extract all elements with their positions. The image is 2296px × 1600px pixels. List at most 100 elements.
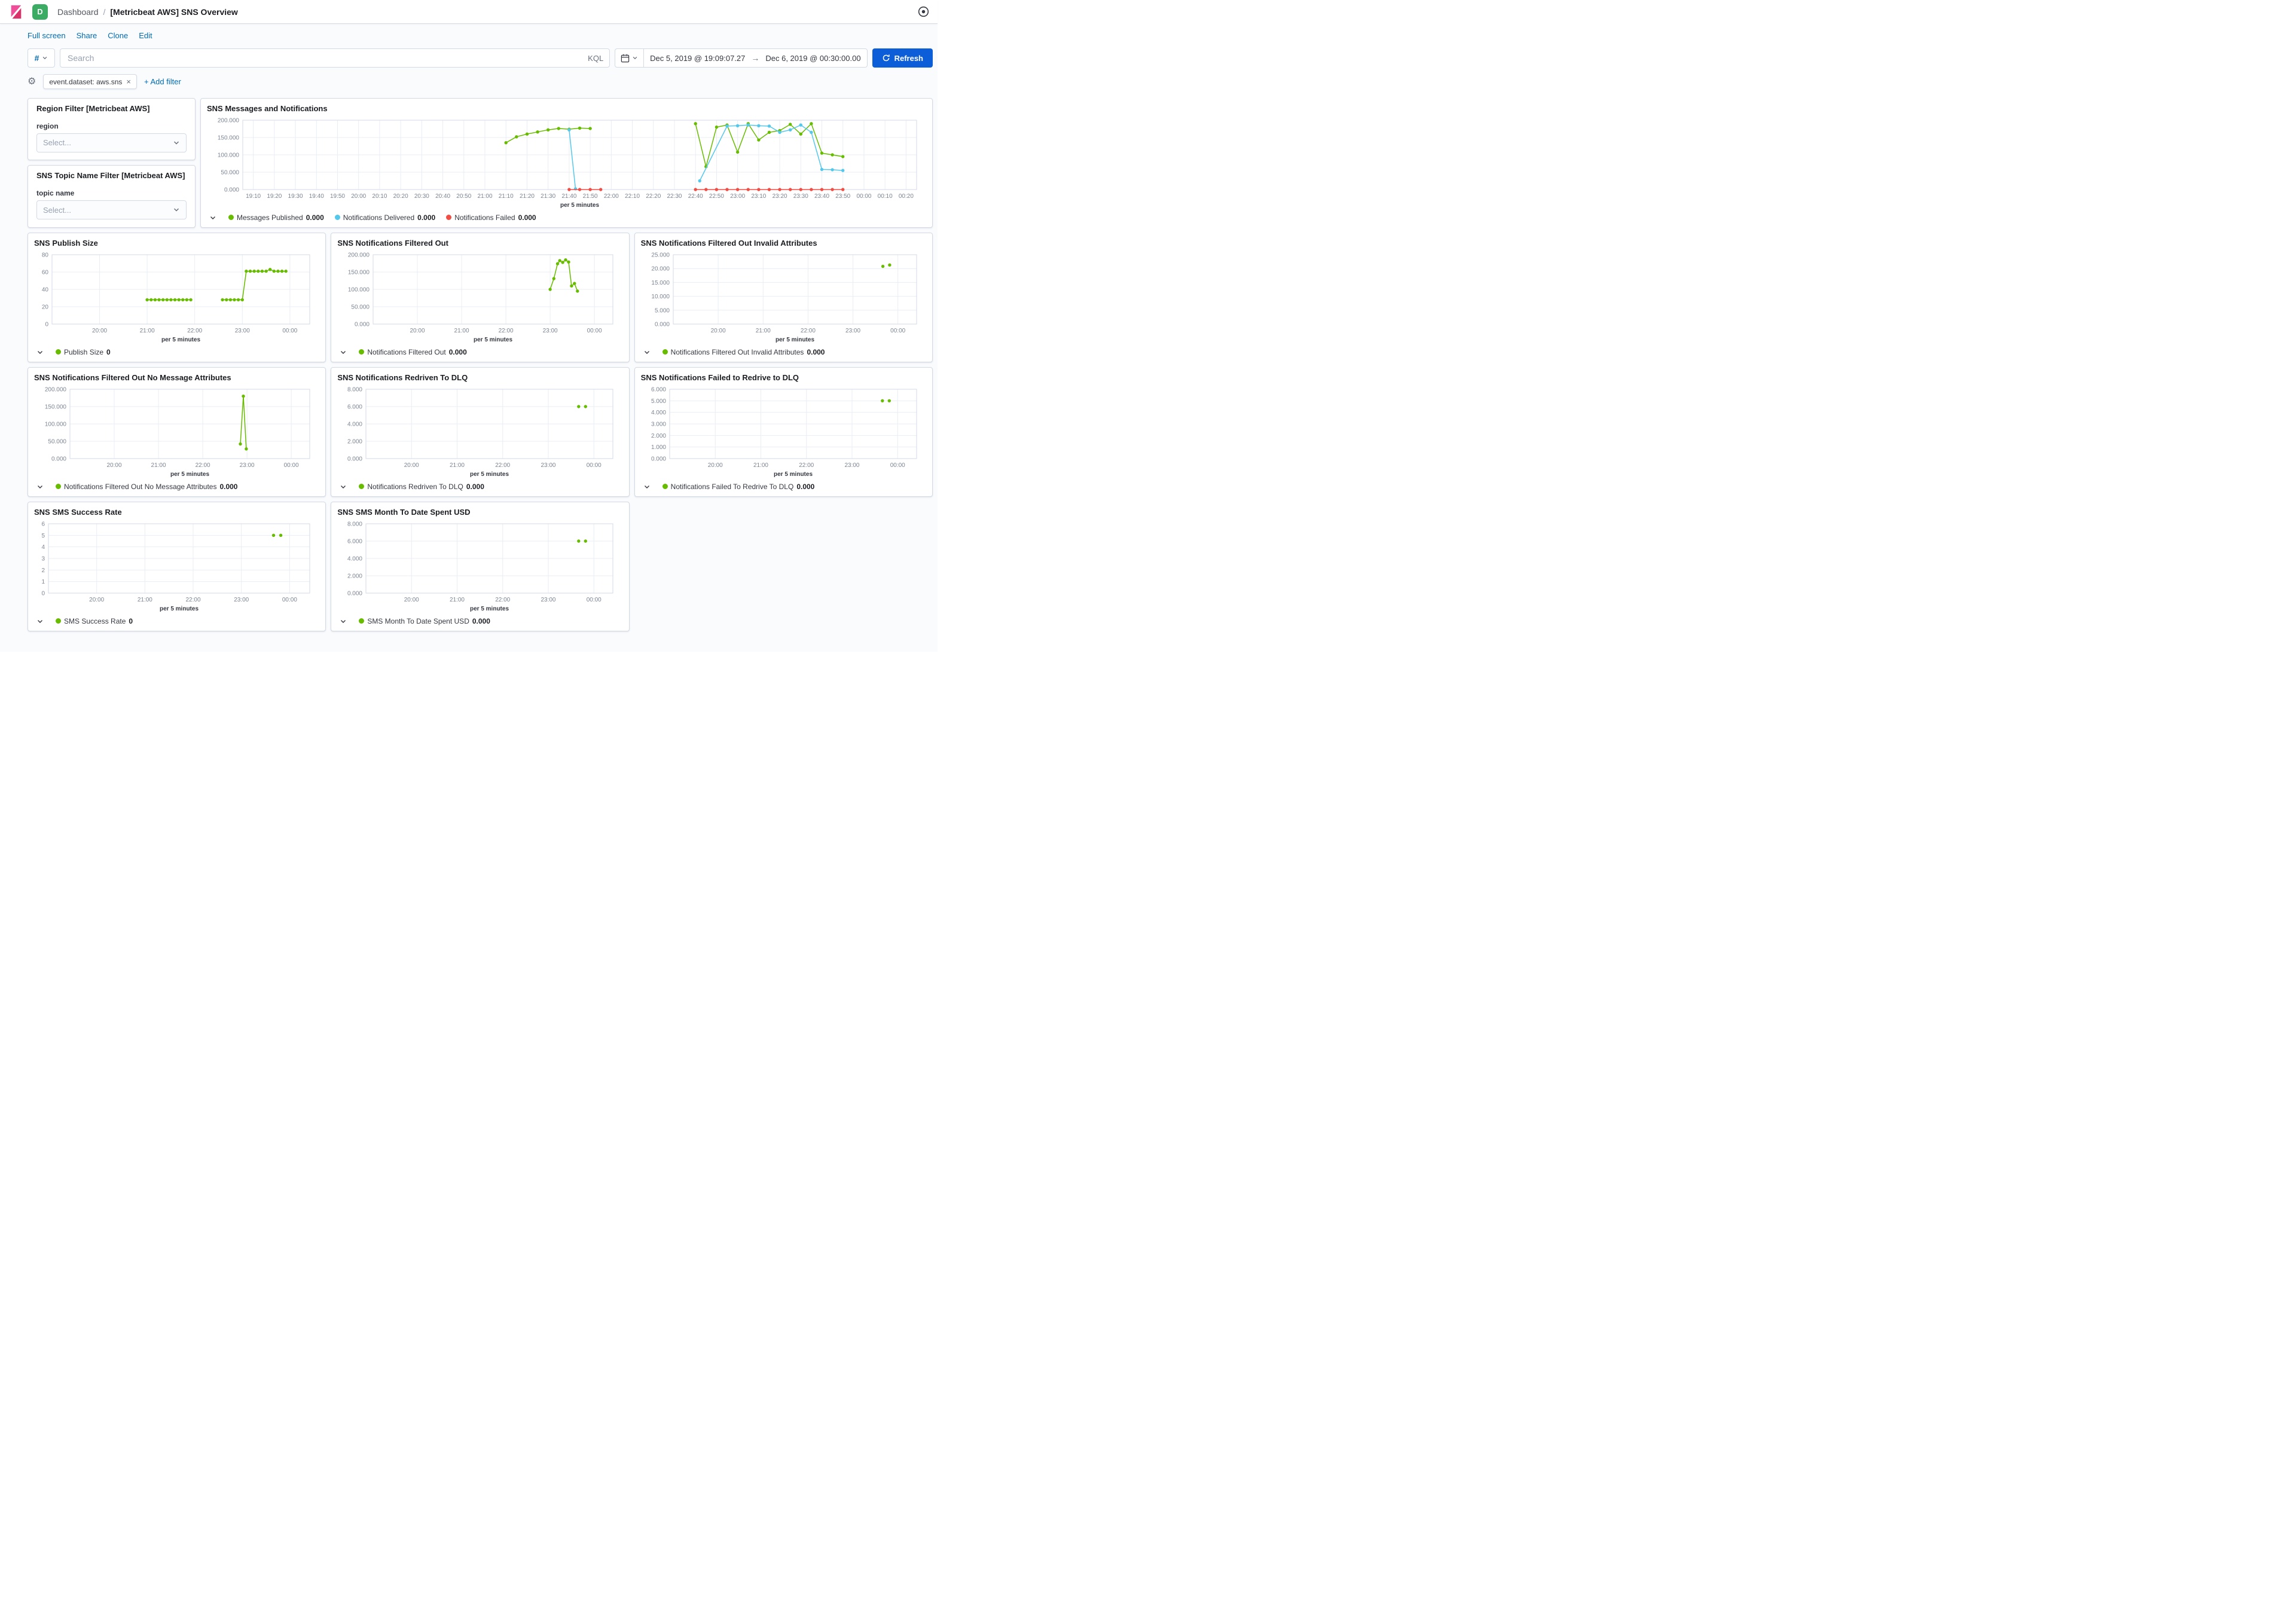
legend-item[interactable]: Notifications Filtered Out0.000: [359, 348, 466, 356]
legend-series-value: 0.000: [466, 483, 484, 491]
legend-item[interactable]: Notifications Filtered Out Invalid Attri…: [662, 348, 825, 356]
legend-item[interactable]: Notifications Delivered0.000: [335, 213, 435, 222]
topic-name-select[interactable]: Select...: [36, 200, 187, 219]
refresh-button-label: Refresh: [894, 54, 923, 63]
legend-item[interactable]: Notifications Redriven To DLQ0.000: [359, 483, 484, 491]
dashboard-app: Full screen Share Clone Edit # KQL Dec: [0, 24, 938, 652]
legend-series-dot: [662, 484, 668, 489]
svg-text:23:00: 23:00: [845, 328, 860, 334]
date-range-end[interactable]: Dec 6, 2019 @ 00:30:00.00: [759, 54, 866, 63]
legend-toggle-icon[interactable]: [340, 618, 347, 625]
svg-text:6: 6: [41, 521, 45, 527]
legend-item[interactable]: Notifications Failed To Redrive To DLQ0.…: [662, 483, 815, 491]
filter-pill-label: event.dataset: aws.sns: [49, 78, 122, 86]
search-input[interactable]: [66, 53, 583, 63]
calendar-menu-button[interactable]: [615, 49, 644, 67]
chart-legend: SMS Month To Date Spent USD0.000: [337, 616, 622, 628]
svg-text:00:00: 00:00: [282, 597, 297, 603]
legend-toggle-icon[interactable]: [36, 349, 44, 356]
svg-text:20:00: 20:00: [92, 328, 107, 334]
close-icon[interactable]: ×: [126, 77, 131, 86]
kibana-logo[interactable]: [8, 4, 24, 20]
legend-toggle-icon[interactable]: [643, 349, 651, 356]
add-filter-link[interactable]: + Add filter: [144, 77, 181, 86]
panel-title: SNS SMS Month To Date Spent USD: [337, 508, 622, 518]
svg-text:20:00: 20:00: [404, 597, 419, 603]
gear-icon[interactable]: ⚙: [28, 77, 36, 87]
svg-text:23:20: 23:20: [773, 193, 787, 200]
svg-text:22:00: 22:00: [196, 462, 210, 469]
help-icon[interactable]: [918, 6, 929, 17]
svg-text:4.000: 4.000: [347, 421, 362, 428]
legend-series-value: 0.000: [306, 213, 324, 222]
legend-item[interactable]: SMS Success Rate0: [56, 617, 133, 625]
legend-toggle-icon[interactable]: [36, 483, 44, 490]
svg-text:100.000: 100.000: [218, 152, 240, 158]
legend-series-dot: [335, 215, 340, 220]
legend-series-label: Notifications Delivered: [343, 213, 414, 222]
panel-title: SNS SMS Success Rate: [34, 508, 319, 518]
svg-text:21:00: 21:00: [138, 597, 152, 603]
kql-toggle[interactable]: KQL: [588, 54, 603, 63]
legend-toggle-icon[interactable]: [36, 618, 44, 625]
chart-plot: 654321020:0021:0022:0023:0000:00per 5 mi…: [34, 519, 319, 613]
panel-sns-messages-and-notifications: SNS Messages and Notifications 200.00015…: [200, 98, 933, 228]
refresh-button[interactable]: Refresh: [872, 48, 933, 68]
svg-text:20:00: 20:00: [410, 328, 425, 334]
svg-text:per 5 minutes: per 5 minutes: [170, 471, 209, 478]
svg-text:5: 5: [41, 532, 45, 539]
chart-legend: Notifications Filtered Out0.000: [337, 347, 622, 359]
edit-link[interactable]: Edit: [139, 31, 152, 40]
legend-toggle-icon[interactable]: [643, 483, 651, 490]
breadcrumb-dashboard[interactable]: Dashboard: [57, 7, 99, 17]
legend-item[interactable]: Publish Size0: [56, 348, 111, 356]
chart-canvas: 80604020020:0021:0022:0023:0000:00per 5 …: [34, 250, 319, 347]
legend-toggle-icon[interactable]: [209, 214, 216, 221]
chart-canvas: 654321020:0021:0022:0023:0000:00per 5 mi…: [34, 519, 319, 616]
panel-title: SNS Publish Size: [34, 239, 319, 249]
space-avatar[interactable]: D: [32, 4, 48, 20]
svg-text:21:30: 21:30: [541, 193, 555, 200]
legend-toggle-icon[interactable]: [340, 349, 347, 356]
full-screen-link[interactable]: Full screen: [28, 31, 66, 40]
svg-text:6.000: 6.000: [651, 386, 666, 393]
svg-text:15.000: 15.000: [651, 280, 670, 286]
svg-text:23:00: 23:00: [240, 462, 255, 469]
saved-query-menu-button[interactable]: #: [28, 48, 55, 68]
legend-series-value: 0.000: [449, 348, 467, 356]
svg-text:4: 4: [41, 544, 45, 551]
chart-canvas: 200.000150.000100.00050.0000.00020:0021:…: [34, 384, 319, 482]
panel-title: SNS Notifications Filtered Out No Messag…: [34, 373, 319, 383]
svg-text:100.000: 100.000: [348, 286, 370, 293]
chart-legend: Messages Published0.000 Notifications Del…: [207, 213, 926, 225]
svg-text:6.000: 6.000: [347, 404, 362, 410]
svg-text:100.000: 100.000: [45, 421, 67, 428]
legend-item[interactable]: Messages Published0.000: [228, 213, 324, 222]
svg-text:0.000: 0.000: [224, 187, 239, 193]
legend-series-value: 0.000: [518, 213, 536, 222]
svg-text:8.000: 8.000: [347, 521, 362, 527]
filter-pill[interactable]: event.dataset: aws.sns ×: [43, 74, 137, 89]
date-picker: Dec 5, 2019 @ 19:09:07.27 → Dec 6, 2019 …: [615, 48, 867, 68]
legend-item[interactable]: Notifications Filtered Out No Message At…: [56, 483, 237, 491]
svg-text:22:00: 22:00: [186, 597, 201, 603]
region-select[interactable]: Select...: [36, 133, 187, 152]
panel-title: SNS Notifications Filtered Out Invalid A…: [641, 239, 926, 249]
legend-series-label: Publish Size: [64, 348, 103, 356]
legend-series-label: SMS Month To Date Spent USD: [367, 617, 469, 625]
svg-text:1.000: 1.000: [651, 444, 666, 451]
date-range-start[interactable]: Dec 5, 2019 @ 19:09:07.27: [644, 54, 751, 63]
svg-text:22:50: 22:50: [709, 193, 724, 200]
svg-text:21:00: 21:00: [454, 328, 469, 334]
svg-text:21:00: 21:00: [450, 597, 465, 603]
share-link[interactable]: Share: [77, 31, 97, 40]
panel-sns-sms-month-to-date-spent-usd: SNS SMS Month To Date Spent USD 8.0006.0…: [331, 502, 629, 631]
clone-link[interactable]: Clone: [108, 31, 128, 40]
legend-item[interactable]: SMS Month To Date Spent USD0.000: [359, 617, 490, 625]
hash-icon: #: [35, 53, 39, 63]
legend-item[interactable]: Notifications Failed0.000: [446, 213, 536, 222]
chevron-down-icon: [42, 55, 48, 61]
svg-text:20:00: 20:00: [107, 462, 122, 469]
svg-text:150.000: 150.000: [45, 404, 67, 410]
legend-toggle-icon[interactable]: [340, 483, 347, 490]
